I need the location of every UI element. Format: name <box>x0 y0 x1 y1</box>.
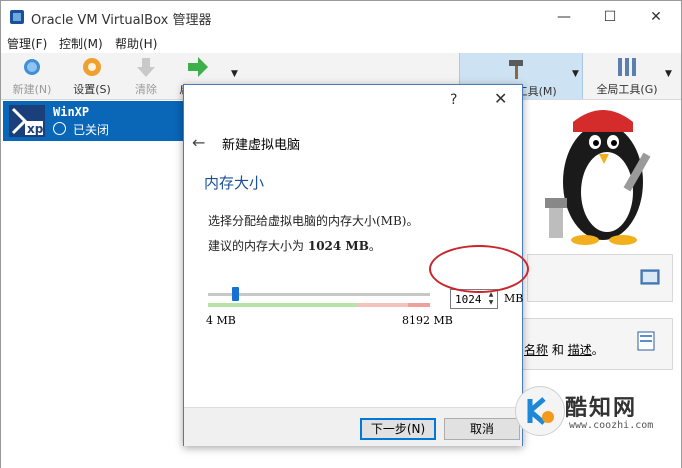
global-tools-label: 全局工具(G) <box>596 83 658 96</box>
global-tools-icon <box>618 58 636 76</box>
start-dropdown-icon[interactable]: ▼ <box>231 69 238 79</box>
recommended-prefix: 建议的内存大小为 <box>208 239 305 253</box>
new-vm-button[interactable]: 新建(N) <box>3 55 61 97</box>
name-link[interactable]: 名称 <box>524 343 548 357</box>
preview-card <box>527 254 673 302</box>
next-button[interactable]: 下一步(N) <box>360 418 436 440</box>
watermark-logo-icon <box>515 386 565 436</box>
menu-control[interactable]: 控制(M) <box>59 35 103 52</box>
virtualbox-app-icon <box>10 10 24 24</box>
dialog-close-button[interactable]: ✕ <box>494 89 507 108</box>
discard-label: 清除 <box>135 83 157 96</box>
dialog-title-bar: ? ✕ <box>184 85 522 117</box>
title-bar: Oracle VM VirtualBox 管理器 — ☐ ✕ <box>1 1 681 33</box>
discard-button[interactable]: 清除 <box>117 55 175 97</box>
maximize-button[interactable]: ☐ <box>587 1 633 33</box>
dialog-help-button[interactable]: ? <box>450 92 457 108</box>
power-off-icon <box>53 122 66 135</box>
start-arrow-icon <box>188 57 208 77</box>
new-vm-label: 新建(N) <box>12 83 52 96</box>
dialog-footer: 下一步(N) 取消 <box>184 407 522 446</box>
slider-max-label: 8192 MB <box>402 314 453 327</box>
dialog-title: 新建虚拟电脑 <box>222 138 301 153</box>
global-tools-button[interactable]: 全局工具(G) <box>591 55 663 97</box>
monitor-icon <box>640 269 660 285</box>
settings-button[interactable]: 设置(S) <box>63 55 121 97</box>
spin-down-icon[interactable]: ▼ <box>486 299 496 307</box>
watermark-url: www.coozhi.com <box>569 420 654 431</box>
description-card: 名称 和 描述。 <box>517 318 673 370</box>
windows-xp-logo-icon: xp <box>9 105 45 137</box>
memory-unit-label: MB <box>504 292 524 305</box>
minimize-button[interactable]: — <box>541 1 587 33</box>
recommended-suffix: 。 <box>368 239 381 253</box>
memory-slider-track[interactable] <box>208 293 430 296</box>
tools-dropdown-icon[interactable]: ▼ <box>572 69 579 79</box>
cancel-button[interactable]: 取消 <box>444 418 520 440</box>
new-sun-icon <box>24 59 40 75</box>
window-title: Oracle VM VirtualBox 管理器 <box>31 13 212 28</box>
memory-instruction: 选择分配给虚拟电脑的内存大小(MB)。 <box>208 214 419 228</box>
penguin-mascot-icon <box>545 110 651 245</box>
recommended-value: 1024 MB <box>307 239 369 253</box>
memory-slider-thumb[interactable] <box>232 287 240 301</box>
memory-slider-ticks <box>208 303 430 307</box>
page-title: 内存大小 <box>204 174 265 192</box>
highlight-circle <box>429 245 529 293</box>
document-icon <box>637 331 655 351</box>
watermark-k-icon <box>527 397 554 425</box>
vm-name: WinXP <box>53 105 90 119</box>
description-link[interactable]: 描述 <box>568 343 592 357</box>
settings-label: 设置(S) <box>73 83 111 96</box>
watermark: 酷知网 www.coozhi.com <box>515 386 671 438</box>
and-text: 和 <box>551 343 564 357</box>
recommended-memory-text: 建议的内存大小为 1024 MB。 <box>208 237 381 254</box>
back-arrow-icon[interactable]: ← <box>192 133 205 152</box>
close-button[interactable]: ✕ <box>633 1 679 33</box>
memory-size-value[interactable]: 1024 <box>455 293 482 306</box>
description-text: 名称 和 描述。 <box>524 343 604 357</box>
hammer-icon <box>509 60 523 79</box>
watermark-brand: 酷知网 <box>565 396 638 421</box>
gear-icon <box>83 58 101 76</box>
slider-min-label: 4 MB <box>206 314 236 327</box>
vm-logo-text: xp <box>27 122 44 136</box>
vm-list: xp WinXP 已关闭 <box>1 100 191 468</box>
menu-manage[interactable]: 管理(F) <box>7 35 47 52</box>
global-tools-dropdown-icon[interactable]: ▼ <box>665 69 672 79</box>
menu-help[interactable]: 帮助(H) <box>115 35 157 52</box>
menu-bar: 管理(F) 控制(M) 帮助(H) <box>1 33 681 53</box>
vm-state: 已关闭 <box>73 123 110 137</box>
vm-list-item[interactable]: xp WinXP 已关闭 <box>3 101 189 141</box>
discard-arrow-icon <box>137 58 155 77</box>
